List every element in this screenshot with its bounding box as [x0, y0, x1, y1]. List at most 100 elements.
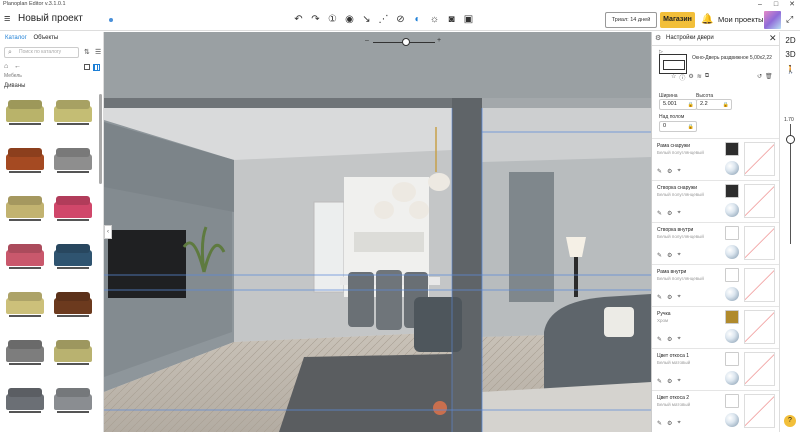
sort-icon[interactable]: ⇅ — [84, 48, 90, 56]
color-swatch[interactable] — [725, 268, 739, 282]
lock-icon[interactable]: 🔒 — [688, 123, 694, 132]
camera-icon[interactable]: ◙ — [445, 12, 458, 27]
undo-icon[interactable]: ↶ — [292, 12, 305, 27]
paint-icon[interactable]: ⌖ — [677, 336, 680, 343]
eyedropper-icon[interactable]: ✎ — [657, 168, 662, 175]
menu-icon[interactable]: ≡ — [4, 13, 10, 25]
paint-icon[interactable]: ⌖ — [677, 294, 680, 301]
color-swatch[interactable] — [725, 352, 739, 366]
3d-button[interactable]: 3D — [782, 48, 799, 61]
walk-icon[interactable]: 🚶 — [782, 63, 799, 76]
catalog-item[interactable] — [2, 286, 48, 330]
catalog-search-input[interactable]: Поиск по каталогу — [4, 47, 79, 58]
color-swatch[interactable] — [725, 394, 739, 408]
catalog-item[interactable] — [2, 238, 48, 282]
material-sphere[interactable] — [725, 371, 739, 385]
avatar[interactable] — [764, 11, 781, 29]
above-floor-field[interactable]: 0 🔒 — [659, 121, 697, 132]
zoom-handle[interactable] — [402, 38, 410, 46]
settings-icon[interactable]: ⚙ — [667, 378, 672, 385]
catalog-item[interactable] — [50, 190, 96, 234]
settings-icon[interactable]: ⚙ — [667, 420, 672, 427]
breadcrumb[interactable]: Мебель — [4, 73, 22, 79]
catalog-item[interactable] — [50, 238, 96, 282]
trial-button[interactable]: Триал: 14 дней — [605, 12, 657, 28]
eyedropper-icon[interactable]: ✎ — [657, 420, 662, 427]
zoom-slider[interactable]: – + — [365, 37, 445, 47]
reset-icon[interactable]: ↺ — [757, 73, 762, 80]
catalog-item[interactable] — [50, 286, 96, 330]
eyedropper-icon[interactable]: ✎ — [657, 378, 662, 385]
eyedropper-icon[interactable]: ✎ — [657, 210, 662, 217]
catalog-scrollbar[interactable] — [99, 94, 102, 184]
eyedropper-icon[interactable]: ✎ — [657, 294, 662, 301]
settings-icon[interactable]: ⚙ — [667, 252, 672, 259]
settings-icon[interactable]: ⚙ — [667, 336, 672, 343]
catalog-item[interactable] — [2, 94, 48, 138]
material-sphere[interactable] — [725, 287, 739, 301]
close-window-button[interactable]: ✕ — [784, 0, 800, 9]
texture-preview[interactable] — [744, 310, 775, 344]
settings-icon[interactable]: ⚙ — [667, 210, 672, 217]
layers-icon[interactable]: ≋ — [697, 73, 702, 82]
color-swatch[interactable] — [725, 142, 739, 156]
zoom-in-button[interactable]: + — [437, 37, 441, 44]
paint-icon[interactable]: ⌖ — [677, 378, 680, 385]
minimize-button[interactable]: – — [752, 0, 768, 9]
paint-icon[interactable]: ⌖ — [677, 252, 680, 259]
tab-catalog[interactable]: Каталог — [5, 35, 27, 41]
bell-icon[interactable]: 🔔 — [701, 14, 713, 25]
material-sphere[interactable] — [725, 329, 739, 343]
door-thumbnail[interactable] — [659, 54, 687, 74]
eyedropper-icon[interactable]: ✎ — [657, 336, 662, 343]
link-icon[interactable]: ⊘ — [394, 12, 407, 27]
gallery-icon[interactable]: ▣ — [462, 12, 475, 27]
copy-icon[interactable]: ⧉ — [705, 73, 709, 82]
catalog-item[interactable] — [50, 334, 96, 378]
material-sphere[interactable] — [725, 161, 739, 175]
lock-icon[interactable]: 🔒 — [723, 101, 729, 110]
catalog-item[interactable] — [50, 94, 96, 138]
width-field[interactable]: 5.001 🔒 — [659, 99, 697, 110]
height-field[interactable]: 2.2 🔒 — [696, 99, 732, 110]
my-projects-link[interactable]: Мои проекты — [718, 15, 764, 24]
redo-icon[interactable]: ↷ — [309, 12, 322, 27]
collapse-catalog-button[interactable]: ‹ — [104, 225, 112, 239]
maximize-button[interactable]: □ — [768, 0, 784, 9]
tab-objects[interactable]: Объекты — [33, 35, 58, 41]
measure-icon[interactable]: ↘ — [360, 12, 373, 27]
back-arrow-icon[interactable]: ← — [14, 63, 21, 70]
paint-icon[interactable]: ⌖ — [677, 168, 680, 175]
3d-viewport[interactable] — [104, 32, 651, 432]
color-swatch[interactable] — [725, 184, 739, 198]
star-icon[interactable]: ☆ — [671, 73, 676, 82]
sun-icon[interactable]: ☼ — [428, 12, 441, 27]
texture-preview[interactable] — [744, 226, 775, 260]
catalog-item[interactable] — [50, 382, 96, 426]
shop-button[interactable]: Магазин — [660, 12, 695, 28]
texture-preview[interactable] — [744, 268, 775, 302]
catalog-item[interactable] — [2, 382, 48, 426]
paint-icon[interactable]: ⌖ — [677, 210, 680, 217]
zoom-out-button[interactable]: – — [365, 37, 369, 44]
lock-icon[interactable]: 🔒 — [688, 101, 694, 110]
project-title[interactable]: Новый проект — [18, 13, 83, 24]
texture-preview[interactable] — [744, 184, 775, 218]
catalog-item[interactable] — [50, 142, 96, 186]
trash-icon[interactable]: 🗑 — [765, 73, 773, 80]
settings-icon[interactable]: ⚙ — [667, 168, 672, 175]
catalog-item[interactable] — [2, 334, 48, 378]
info-icon[interactable]: ⓘ — [679, 73, 685, 82]
walk-mode-icon[interactable]: ◐ — [411, 12, 424, 27]
settings-icon[interactable]: ⚙ — [667, 294, 672, 301]
help-button[interactable]: ? — [784, 415, 796, 427]
texture-preview[interactable] — [744, 394, 775, 428]
color-swatch[interactable] — [725, 226, 739, 240]
hatch-icon[interactable]: ⋰ — [377, 12, 390, 27]
catalog-item[interactable] — [2, 190, 48, 234]
texture-preview[interactable] — [744, 352, 775, 386]
list-view-icon[interactable] — [84, 64, 90, 70]
material-sphere[interactable] — [725, 413, 739, 427]
eyedropper-icon[interactable]: ✎ — [657, 252, 662, 259]
settings-icon[interactable]: ⚙ — [688, 73, 693, 82]
